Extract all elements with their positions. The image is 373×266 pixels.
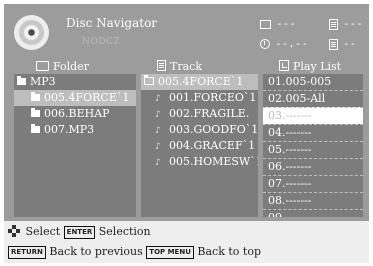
folder-icon bbox=[31, 108, 40, 117]
playlist-item[interactable]: 02.005-All bbox=[263, 90, 363, 107]
info-file-count: --- bbox=[329, 17, 363, 30]
info-time-value: --.-- bbox=[275, 37, 309, 50]
screen: Disc Navigator NODCZ --- --- --.-- -- Fo… bbox=[0, 0, 373, 266]
playlist-item[interactable]: 05.------- bbox=[263, 141, 363, 158]
folder-icon bbox=[31, 124, 40, 133]
playlist-item[interactable]: 01.005-005 bbox=[263, 74, 363, 90]
folder-item-label: 005.4FORCE`1 bbox=[44, 91, 130, 104]
open-folder-icon bbox=[144, 75, 154, 85]
document-icon bbox=[329, 38, 338, 50]
return-key-badge: RETURN bbox=[8, 246, 46, 259]
info-page-value: -- bbox=[343, 37, 357, 50]
folder-item-selected[interactable]: 005.4FORCE`1 bbox=[14, 90, 136, 106]
track-header-label: Track bbox=[170, 60, 202, 73]
document-icon bbox=[329, 18, 338, 30]
info-page: -- bbox=[329, 37, 356, 50]
folder-item-label: MP3 bbox=[30, 75, 56, 88]
folder-item-label: 006.BEHAP bbox=[44, 107, 110, 120]
playlist-header-label: Play List bbox=[293, 60, 342, 73]
playlist-item[interactable]: 08.------- bbox=[263, 192, 363, 209]
topmenu-key-badge: TOP MENU bbox=[146, 246, 194, 259]
disc-navigator-window: Disc Navigator NODCZ --- --- --.-- -- Fo… bbox=[4, 4, 369, 263]
folder-panel-header: Folder bbox=[36, 60, 89, 74]
folder-icon bbox=[36, 61, 49, 71]
playlist-icon bbox=[279, 60, 289, 71]
help-row-back: RETURN Back to previous TOP MENU Back to… bbox=[8, 245, 261, 259]
info-file-count-value: --- bbox=[343, 17, 363, 30]
info-time: --.-- bbox=[260, 37, 308, 50]
track-item[interactable]: ♪ 002.FRAGILE. bbox=[141, 106, 258, 122]
track-item-label: 002.FRAGILE. bbox=[169, 107, 250, 120]
track-item[interactable]: ♪ 004.GRACEF`1 bbox=[141, 138, 258, 154]
music-note-icon: ♪ bbox=[155, 142, 161, 152]
track-item[interactable]: ♪ 001.FORCEO`1 bbox=[141, 90, 258, 106]
disc-icon bbox=[14, 15, 49, 50]
track-item-label: 003.GOODFO`1 bbox=[169, 123, 258, 136]
music-note-icon: ♪ bbox=[155, 126, 161, 136]
help-row-select: Select ENTER Selection bbox=[8, 225, 151, 239]
playlist-panel: 01.005-005 02.005-All 03.------- 04.----… bbox=[263, 74, 363, 217]
window-title: Disc Navigator bbox=[66, 16, 158, 30]
folder-icon bbox=[17, 76, 26, 85]
info-disc-count-value: --- bbox=[276, 17, 296, 30]
select-label: Select bbox=[25, 225, 61, 238]
playlist-item[interactable]: 07.------- bbox=[263, 175, 363, 192]
folder-item[interactable]: 006.BEHAP bbox=[14, 106, 136, 122]
enter-label: Selection bbox=[98, 225, 151, 238]
music-note-icon: ♪ bbox=[155, 158, 161, 168]
track-item-label: 004.GRACEF`1 bbox=[169, 139, 256, 152]
disc-subtitle: NODCZ bbox=[82, 37, 121, 47]
track-item-label: 005.HOMESW`1 bbox=[169, 155, 258, 168]
info-disc-count: --- bbox=[260, 17, 296, 30]
folder-panel: MP3 005.4FORCE`1 006.BEHAP 007.MP3 bbox=[14, 74, 136, 217]
enter-key-badge: ENTER bbox=[63, 226, 96, 239]
track-folder-row[interactable]: 005.4FORCE`1 bbox=[141, 74, 258, 90]
music-note-icon: ♪ bbox=[155, 110, 161, 120]
dpad-icon bbox=[8, 225, 20, 237]
playlist-panel-header: Play List bbox=[279, 60, 341, 74]
folder-item-label: 007.MP3 bbox=[44, 123, 95, 136]
playlist-item[interactable]: 06.------- bbox=[263, 158, 363, 175]
track-item-label: 001.FORCEO`1 bbox=[169, 91, 257, 104]
track-item[interactable]: ♪ 003.GOODFO`1 bbox=[141, 122, 258, 138]
playlist-item[interactable]: 09.------- bbox=[263, 209, 363, 217]
track-icon bbox=[157, 60, 166, 71]
clock-icon bbox=[260, 39, 270, 49]
folder-icon bbox=[31, 92, 40, 101]
track-item[interactable]: ♪ 005.HOMESW`1 bbox=[141, 154, 258, 170]
folder-item[interactable]: 007.MP3 bbox=[14, 122, 136, 138]
topmenu-label: Back to top bbox=[197, 245, 261, 258]
track-panel-header: Track bbox=[157, 60, 202, 74]
disc-rect-icon bbox=[260, 19, 271, 29]
help-bar: Select ENTER Selection RETURN Back to pr… bbox=[4, 221, 369, 263]
track-folder-label: 005.4FORCE`1 bbox=[158, 75, 244, 88]
playlist-item-selected[interactable]: 03.------- bbox=[263, 107, 363, 124]
track-panel: 005.4FORCE`1 ♪ 001.FORCEO`1 ♪ 002.FRAGILE.… bbox=[141, 74, 258, 217]
folder-header-label: Folder bbox=[53, 60, 89, 73]
folder-item[interactable]: MP3 bbox=[14, 74, 136, 90]
return-label: Back to previous bbox=[49, 245, 143, 258]
playlist-item[interactable]: 04.------- bbox=[263, 124, 363, 141]
music-note-icon: ♪ bbox=[155, 94, 161, 104]
